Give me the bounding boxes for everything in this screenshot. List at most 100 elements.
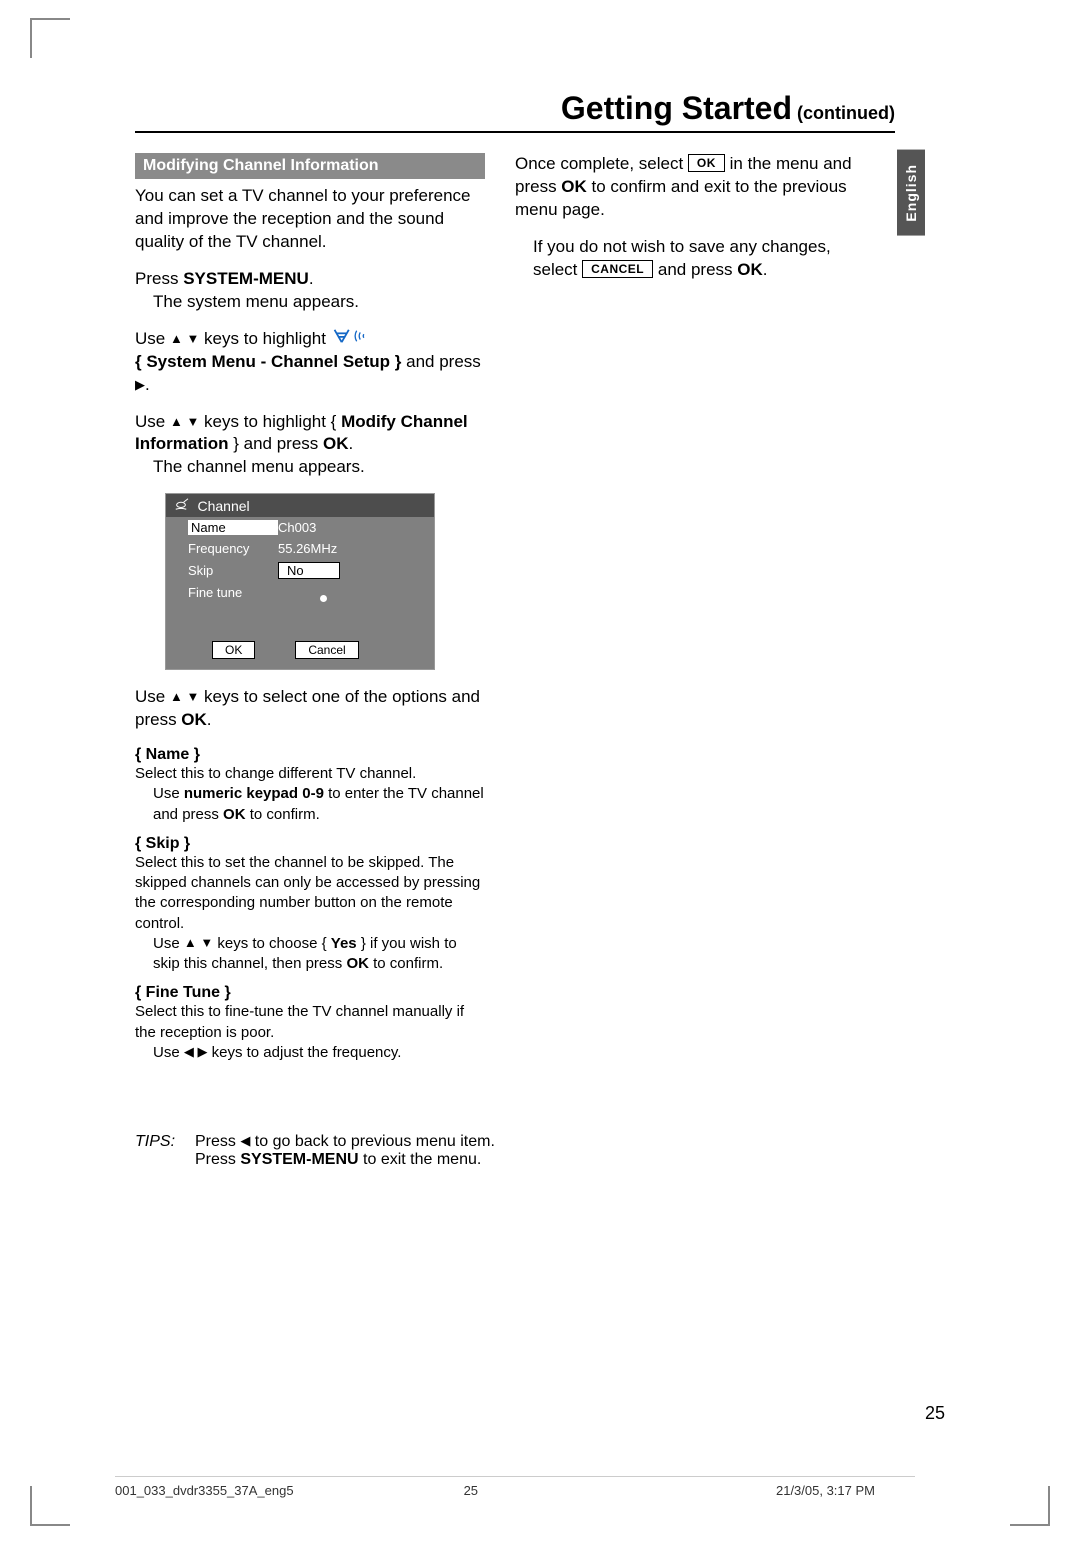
- row-label: Skip: [188, 563, 278, 578]
- left-right-icon: ◀ ▶: [184, 1043, 208, 1061]
- ok-label: OK: [223, 806, 246, 823]
- right-icon: ▶: [135, 376, 145, 394]
- step-result: The system menu appears.: [153, 291, 359, 314]
- channel-row-frequency: Frequency 55.26MHz: [166, 538, 434, 559]
- step-result: The channel menu appears.: [153, 456, 365, 479]
- ok-label: OK: [561, 177, 587, 196]
- system-menu-label: SYSTEM-MENU: [240, 1151, 358, 1168]
- step-4: Use ▲ ▼ keys to select one of the option…: [135, 686, 485, 732]
- crop-mark: [30, 1486, 70, 1526]
- ok-label: OK: [346, 955, 369, 972]
- option-finetune-desc: Select this to fine-tune the TV channel …: [135, 1002, 485, 1063]
- option-skip-desc: Select this to set the channel to be ski…: [135, 853, 485, 975]
- text: keys to highlight: [199, 329, 330, 348]
- tips-label: TIPS:: [135, 1133, 195, 1169]
- text: to exit the menu.: [359, 1151, 482, 1168]
- channel-menu-screenshot: Channel Name Ch003 Frequency 55.26MHz Sk…: [165, 493, 435, 670]
- satellite-icon: [174, 497, 192, 514]
- footer: 001_033_dvdr3355_37A_eng5 25 21/3/05, 3:…: [115, 1476, 915, 1498]
- channel-row-finetune: Fine tune: [166, 582, 434, 603]
- text: Once complete, select: [515, 154, 688, 173]
- text: and press: [653, 260, 737, 279]
- channel-header: Channel: [166, 494, 434, 517]
- option-skip-title: { Skip }: [135, 835, 485, 853]
- text: Select this to fine-tune the TV channel …: [135, 1003, 464, 1040]
- antenna-icon: [331, 328, 372, 344]
- up-down-icon: ▲ ▼: [170, 330, 199, 348]
- ok-button: OK: [212, 641, 255, 659]
- footer-filename: 001_033_dvdr3355_37A_eng5: [115, 1483, 294, 1498]
- row-label: Frequency: [188, 541, 278, 556]
- text: .: [349, 434, 354, 453]
- row-value: 55.26MHz: [278, 541, 426, 556]
- yes-label: Yes: [331, 935, 357, 952]
- text: and press: [401, 352, 480, 371]
- left-icon: ◀: [240, 1133, 250, 1149]
- up-down-icon: ▲ ▼: [184, 934, 213, 952]
- option-finetune-title: { Fine Tune }: [135, 984, 485, 1002]
- language-tab: English: [897, 150, 925, 236]
- text: Select this to change different TV chann…: [135, 765, 416, 782]
- row-label: Fine tune: [188, 585, 278, 600]
- text: Use: [135, 687, 170, 706]
- tips-section: TIPS: Press ◀ to go back to previous men…: [135, 1133, 895, 1169]
- text: Use: [135, 329, 170, 348]
- step-2: Use ▲ ▼ keys to highlight { System Menu …: [135, 328, 485, 397]
- step-3: Use ▲ ▼ keys to highlight { Modify Chann…: [135, 411, 485, 480]
- right-p1: Once complete, select OK in the menu and…: [515, 153, 865, 222]
- channel-row-skip: Skip No: [166, 559, 434, 582]
- row-value: Ch003: [278, 520, 426, 535]
- page-number: 25: [925, 1403, 945, 1424]
- text: to go back to previous menu item.: [250, 1133, 495, 1150]
- text: Press: [195, 1133, 240, 1150]
- channel-row-name: Name Ch003: [166, 517, 434, 538]
- ok-label: OK: [737, 260, 763, 279]
- page-content: Getting Started (continued) English Modi…: [135, 90, 895, 1169]
- up-down-icon: ▲ ▼: [170, 688, 199, 706]
- right-column: Once complete, select OK in the menu and…: [515, 153, 865, 1073]
- menu-path: { System Menu - Channel Setup }: [135, 352, 401, 371]
- option-name-title: { Name }: [135, 746, 485, 764]
- ok-label: OK: [181, 710, 207, 729]
- keypad-label: numeric keypad 0-9: [184, 785, 324, 802]
- crop-mark: [1010, 1486, 1050, 1526]
- channel-buttons: OK Cancel: [166, 631, 434, 669]
- right-p2: If you do not wish to save any changes, …: [515, 236, 865, 282]
- tips-body: Press ◀ to go back to previous menu item…: [195, 1133, 495, 1169]
- text: to confirm.: [369, 955, 443, 972]
- option-name-desc: Select this to change different TV chann…: [135, 764, 485, 825]
- step-1: Press SYSTEM-MENU. The system menu appea…: [135, 268, 485, 314]
- intro-text: You can set a TV channel to your prefere…: [135, 185, 485, 254]
- text: .: [763, 260, 768, 279]
- channel-title: Channel: [198, 498, 250, 514]
- title-main: Getting Started: [561, 90, 792, 126]
- text: .: [309, 269, 314, 288]
- text: Press: [135, 269, 183, 288]
- left-column: Modifying Channel Information You can se…: [135, 153, 485, 1073]
- up-down-icon: ▲ ▼: [170, 413, 199, 431]
- row-value: No: [278, 562, 340, 579]
- text: to confirm.: [246, 806, 320, 823]
- text: Use: [153, 1044, 184, 1061]
- system-menu-label: SYSTEM-MENU: [183, 269, 309, 288]
- ok-label: OK: [323, 434, 349, 453]
- ok-inline-button: OK: [688, 154, 725, 172]
- title-sub: (continued): [792, 103, 895, 123]
- text: Use: [135, 412, 170, 431]
- text: keys to adjust the frequency.: [207, 1044, 401, 1061]
- row-label: Name: [188, 520, 278, 535]
- cancel-button: Cancel: [295, 641, 358, 659]
- cancel-inline-button: CANCEL: [582, 260, 653, 278]
- crop-mark: [30, 18, 70, 58]
- text: .: [207, 710, 212, 729]
- text: Press: [195, 1151, 240, 1168]
- text: Select this to set the channel to be ski…: [135, 854, 480, 932]
- text: } and press: [229, 434, 324, 453]
- footer-timestamp: 21/3/05, 3:17 PM: [776, 1483, 875, 1498]
- text: Use: [153, 935, 184, 952]
- text: Use: [153, 785, 184, 802]
- text: keys to highlight {: [199, 412, 341, 431]
- section-header: Modifying Channel Information: [135, 153, 485, 179]
- text: keys to choose {: [213, 935, 331, 952]
- page-title: Getting Started (continued): [135, 90, 895, 133]
